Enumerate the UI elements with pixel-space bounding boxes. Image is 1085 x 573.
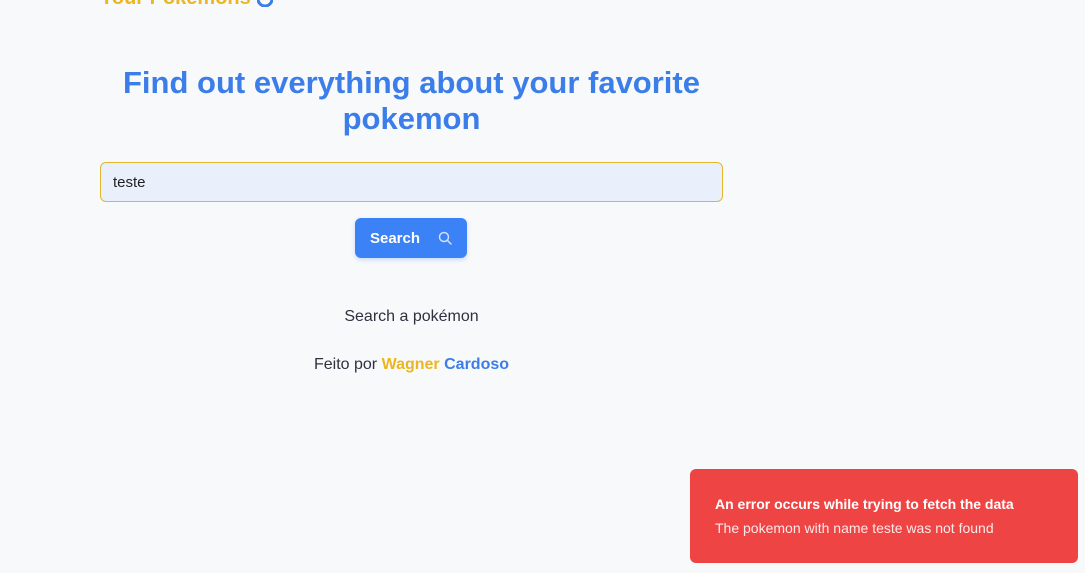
page-title: Find out everything about your favorite … <box>123 65 700 136</box>
pokeball-icon <box>256 0 274 8</box>
toast-title: An error occurs while trying to fetch th… <box>715 496 1014 512</box>
toast-message: The pokemon with name teste was not foun… <box>715 520 994 536</box>
credit-prefix: Feito por <box>313 356 382 373</box>
search-icon <box>438 231 452 245</box>
search-button[interactable]: Search <box>355 218 467 258</box>
search-hint: Search a pokémon <box>344 308 479 325</box>
footer-credit: Feito por Wagner Cardoso <box>100 356 723 374</box>
search-button-label: Search <box>369 229 421 247</box>
search-input[interactable] <box>100 162 723 202</box>
author-first-name[interactable]: Wagner <box>382 356 440 373</box>
app-logo[interactable]: Your Pokemons <box>100 0 274 10</box>
logo-text: Your Pokemons <box>100 0 251 10</box>
error-toast[interactable]: An error occurs while trying to fetch th… <box>690 469 1078 563</box>
author-last-name[interactable]: Cardoso <box>444 356 509 373</box>
